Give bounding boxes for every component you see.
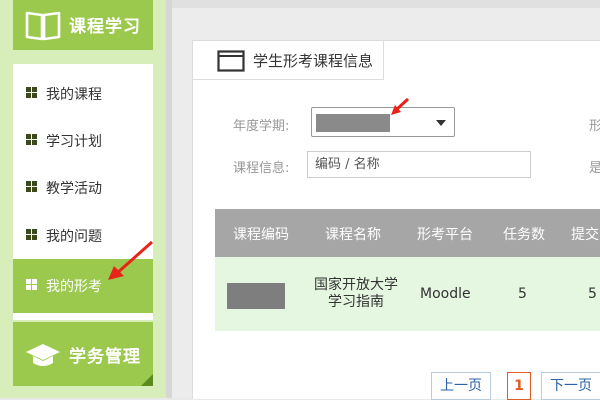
sidebar-item-my-questions[interactable]: 我的问题 (13, 212, 153, 259)
right-edge-label-1: 形 (589, 119, 600, 134)
grid-icon (26, 278, 37, 294)
grid-icon (26, 86, 37, 102)
platform-cell: Moodle (420, 286, 471, 302)
graduation-cap-icon (25, 342, 61, 372)
sidebar-footer-title: 学务管理 (69, 347, 141, 367)
sidebar-section-title: 课程学习 (69, 17, 141, 37)
content-panel: 学生形考课程信息 年度学期: 形 课程信息: 编码 / 名称 是 课程编码 课程… (192, 40, 600, 400)
course-name-line1: 国家开放大学 (314, 277, 398, 293)
term-select-value (316, 114, 390, 132)
sidebar-menu: 我的课程 学习计划 教学活动 我的问题 我的形考 (13, 64, 153, 320)
right-edge-label-2: 是 (589, 161, 600, 176)
term-label: 年度学期: (233, 119, 290, 134)
sidebar-item-study-plan[interactable]: 学习计划 (13, 117, 153, 164)
next-page-button[interactable]: 下一页 (541, 372, 600, 400)
column-header: 形考平台 (417, 227, 473, 243)
tab-student-assessment-info[interactable]: 学生形考课程信息 (193, 41, 384, 80)
column-header: 提交 (571, 227, 599, 243)
table-header: 课程编码 课程名称 形考平台 任务数 提交 (215, 209, 600, 257)
book-icon (25, 7, 61, 45)
task-count-cell: 5 (518, 286, 527, 302)
course-code-redacted (227, 283, 285, 309)
sidebar-item-my-courses[interactable]: 我的课程 (13, 70, 153, 117)
sidebar-item-label: 我的形考 (46, 279, 102, 295)
main-area: 学生形考课程信息 年度学期: 形 课程信息: 编码 / 名称 是 课程编码 课程… (172, 0, 600, 400)
column-header: 任务数 (503, 227, 545, 243)
course-name-cell: 国家开放大学 学习指南 (310, 277, 402, 311)
course-search-input[interactable]: 编码 / 名称 (307, 151, 531, 178)
column-header: 课程编码 (233, 227, 289, 243)
table-row[interactable]: 国家开放大学 学习指南 Moodle 5 5 (215, 257, 600, 331)
course-info-label: 课程信息: (233, 161, 290, 176)
term-select[interactable] (311, 107, 455, 137)
tab-title: 学生形考课程信息 (253, 52, 374, 70)
sidebar-item-label: 教学活动 (46, 180, 102, 197)
corner-triangle (141, 374, 153, 386)
sidebar-item-teaching-activities[interactable]: 教学活动 (13, 164, 153, 211)
sidebar-item-label: 我的问题 (46, 228, 102, 245)
sidebar-item-label: 我的课程 (46, 86, 102, 103)
chevron-down-icon (436, 120, 446, 126)
grid-icon (26, 133, 37, 149)
window-icon (217, 50, 245, 76)
sidebar-header-course-study[interactable]: 课程学习 (13, 0, 153, 50)
top-bar (172, 0, 600, 8)
current-page-button[interactable]: 1 (507, 372, 531, 400)
sidebar-footer-academic-affairs[interactable]: 学务管理 (13, 322, 153, 386)
course-name-line2: 学习指南 (328, 294, 384, 310)
grid-icon (26, 228, 37, 244)
grid-icon (26, 180, 37, 196)
prev-page-button[interactable]: 上一页 (431, 372, 491, 400)
sidebar: 课程学习 我的课程 学习计划 教学活动 我的问题 我的形考 学务管理 (0, 0, 166, 398)
column-header: 课程名称 (325, 227, 381, 243)
sidebar-item-my-assessment[interactable]: 我的形考 (13, 259, 153, 313)
sidebar-item-label: 学习计划 (46, 133, 102, 150)
submitted-count-cell: 5 (588, 286, 597, 302)
